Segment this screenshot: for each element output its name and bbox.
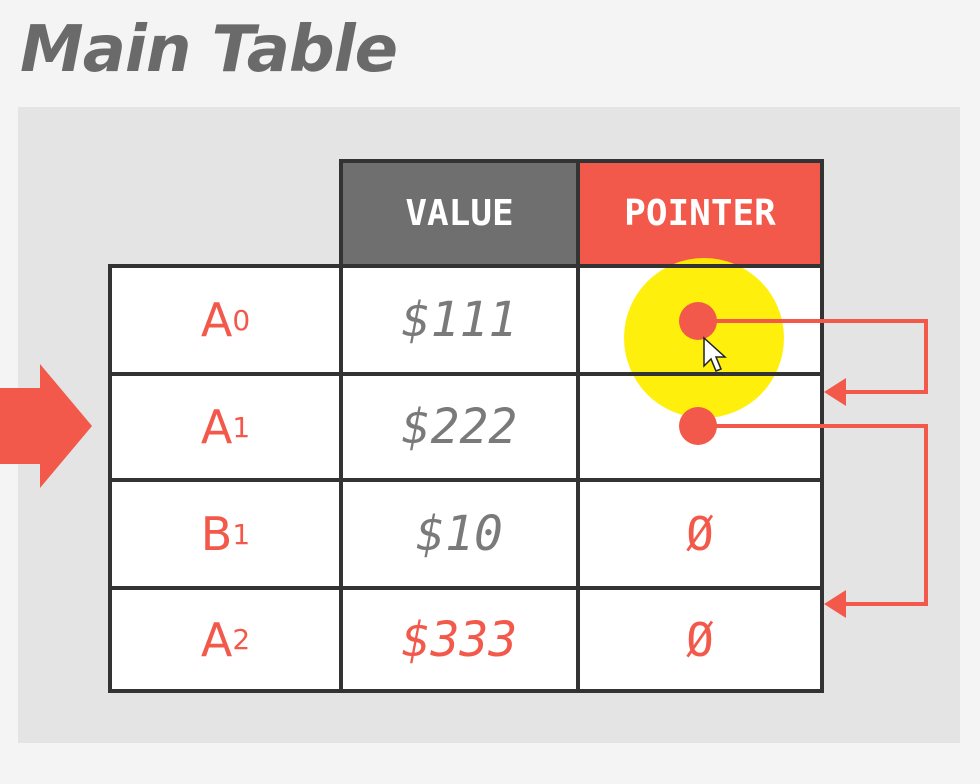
current-row-arrow [0,364,92,488]
pointer-dot-a0 [679,302,717,340]
diagram-overlay [0,159,928,693]
pointer-arrow-a1-a2 [698,424,928,606]
pointer-dot-a1 [679,407,717,445]
arrowhead-a2 [824,590,846,618]
arrowhead-a1 [824,378,846,406]
